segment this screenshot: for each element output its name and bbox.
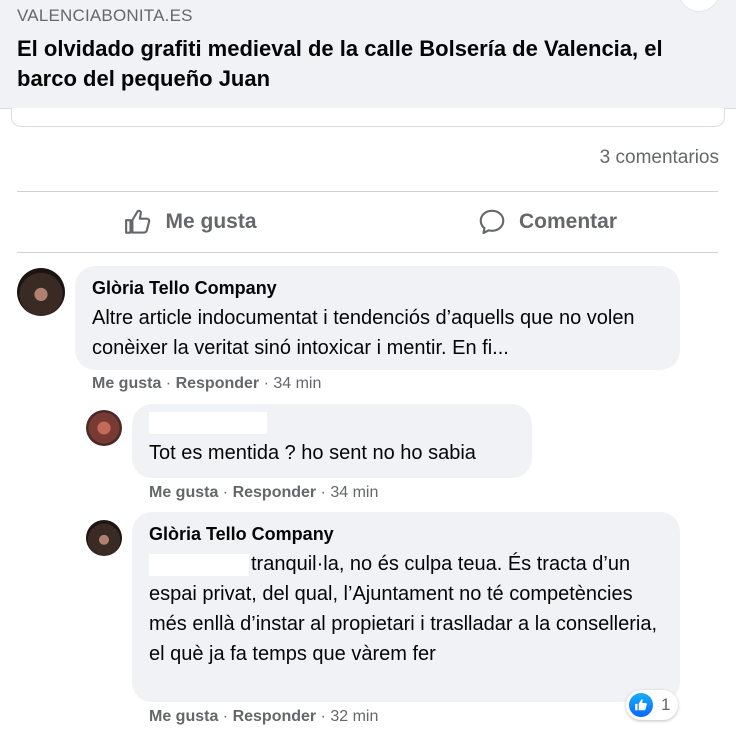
comment-button-label: Comentar [518, 210, 618, 233]
comment-bubble: Tot es mentida ? ho sent no ho sabia [132, 404, 532, 478]
comment-reply-link[interactable]: Responder [176, 375, 260, 392]
redacted-mention [149, 553, 249, 576]
comment-text: Altre article indocumentat i tendenciós … [92, 307, 635, 359]
comment-time[interactable]: 34 min [330, 484, 378, 501]
comment-time[interactable]: 32 min [330, 708, 378, 725]
post-card-edge [11, 108, 725, 127]
comment-text: tranquil·la, no és culpa teua. És tracta… [149, 549, 663, 669]
divider [17, 252, 718, 253]
avatar[interactable] [86, 520, 122, 556]
reaction-count: 1 [661, 695, 671, 714]
like-reaction-icon [629, 693, 653, 717]
comment-author[interactable]: Glòria Tello Company [149, 524, 663, 545]
comment-text: Tot es mentida ? ho sent no ho sabia [149, 442, 476, 464]
redacted-author-name [149, 412, 267, 434]
comment-bubble: Glòria Tello Company tranquil·la, no és … [132, 512, 680, 702]
comment-like-link[interactable]: Me gusta [149, 708, 218, 725]
comment-like-link[interactable]: Me gusta [92, 375, 161, 392]
like-button[interactable]: Me gusta [120, 197, 260, 247]
comment-bubble: Glòria Tello Company Altre article indoc… [75, 266, 680, 370]
comment-reply-link[interactable]: Responder [233, 484, 317, 501]
comment-meta: Me gusta · Responder · 34 min [92, 375, 322, 392]
comment-meta: Me gusta · Responder · 32 min [149, 708, 379, 725]
avatar[interactable] [86, 410, 122, 446]
link-domain: VALENCIABONITA.ES [17, 6, 193, 25]
comment-button[interactable]: Comentar [472, 197, 622, 247]
divider [17, 191, 718, 192]
thumbs-up-icon [125, 209, 151, 234]
comment-icon [479, 209, 505, 235]
reaction-summary[interactable]: 1 [626, 690, 678, 720]
like-button-label: Me gusta [165, 210, 257, 233]
link-preview-card[interactable]: VALENCIABONITA.ES El olvidado grafiti me… [0, 0, 736, 109]
comment-time[interactable]: 34 min [273, 375, 321, 392]
comment-like-link[interactable]: Me gusta [149, 484, 218, 501]
comment-author[interactable]: Glòria Tello Company [92, 278, 663, 299]
avatar[interactable] [17, 268, 65, 316]
comment-count[interactable]: 3 comentarios [600, 147, 719, 169]
comment-reply-link[interactable]: Responder [233, 708, 317, 725]
link-title[interactable]: El olvidado grafiti medieval de la calle… [17, 34, 717, 94]
comment-meta: Me gusta · Responder · 34 min [149, 484, 379, 501]
